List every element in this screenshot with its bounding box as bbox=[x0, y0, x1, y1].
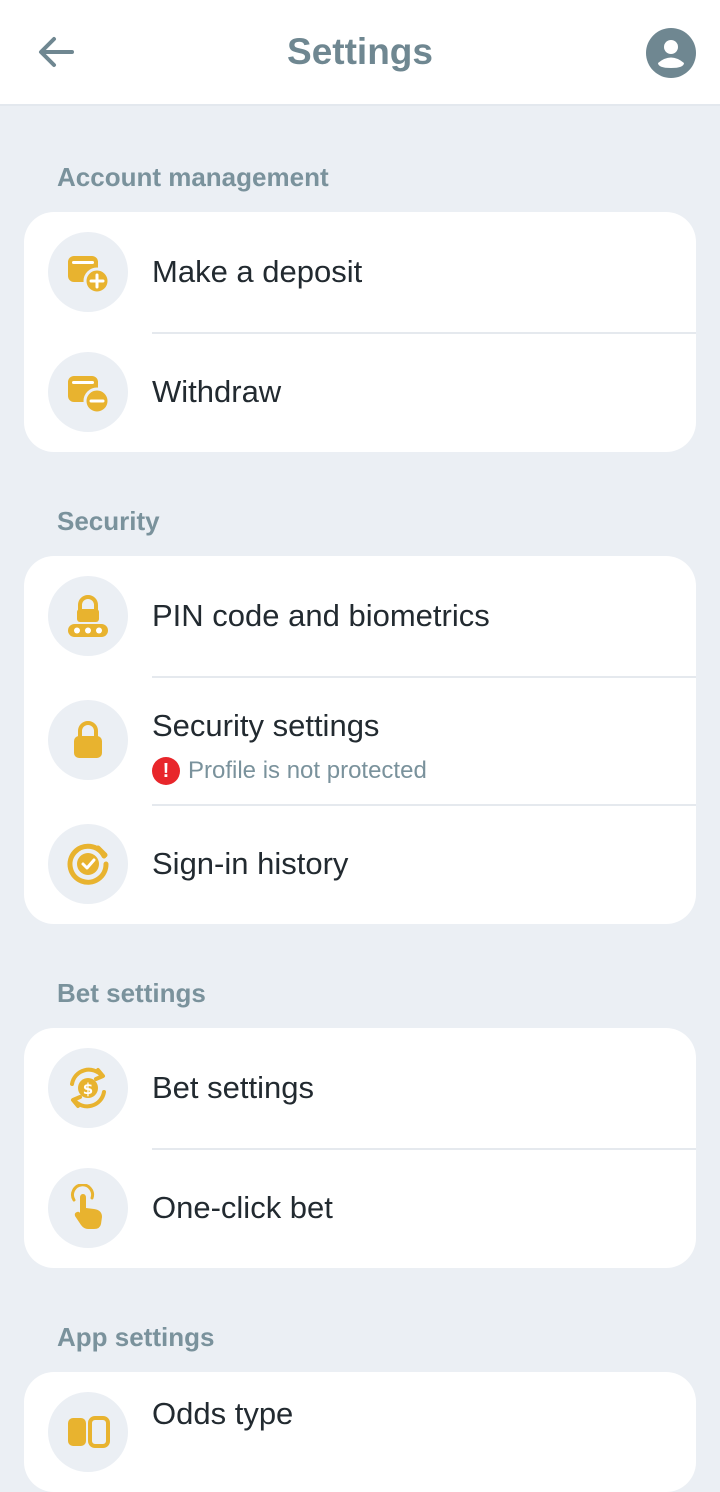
security-status-text: Profile is not protected bbox=[188, 757, 427, 784]
alert-icon: ! bbox=[152, 757, 180, 785]
one-click-bet-label: One-click bet bbox=[152, 1190, 333, 1225]
lock-icon bbox=[74, 721, 102, 758]
security-settings-row[interactable]: Security settings ! Profile is not prote… bbox=[24, 676, 696, 804]
odds-icon bbox=[68, 1416, 110, 1448]
odds-type-label: Odds type bbox=[152, 1396, 294, 1431]
profile-button[interactable] bbox=[646, 28, 696, 78]
one-click-bet-row[interactable]: One-click bet bbox=[24, 1148, 696, 1268]
section-title-security: Security bbox=[57, 506, 160, 536]
section-title-bet: Bet settings bbox=[57, 978, 206, 1008]
bet-card: $ Bet settings One-click bet bbox=[24, 1028, 696, 1268]
section-title-account: Account management bbox=[57, 162, 329, 192]
pin-biometrics-label: PIN code and biometrics bbox=[152, 598, 490, 633]
bet-settings-label: Bet settings bbox=[152, 1070, 314, 1105]
user-avatar-icon bbox=[646, 28, 696, 78]
account-card: Make a deposit Withdraw bbox=[24, 212, 696, 452]
security-status: ! Profile is not protected bbox=[152, 756, 427, 786]
pin-lock-icon bbox=[68, 595, 108, 637]
wallet-minus-icon bbox=[68, 376, 111, 415]
svg-text:$: $ bbox=[83, 1080, 93, 1098]
withdraw-label: Withdraw bbox=[152, 374, 282, 409]
make-deposit-label: Make a deposit bbox=[152, 254, 363, 289]
odds-type-row[interactable]: Odds type bbox=[24, 1372, 696, 1492]
bet-settings-row[interactable]: $ Bet settings bbox=[24, 1028, 696, 1148]
security-card: PIN code and biometrics Security setting… bbox=[24, 556, 696, 924]
page-title: Settings bbox=[287, 31, 433, 72]
security-settings-label: Security settings bbox=[152, 708, 380, 743]
dollar-refresh-icon: $ bbox=[70, 1067, 106, 1109]
sign-in-history-row[interactable]: Sign-in history bbox=[24, 804, 696, 924]
tap-hand-icon bbox=[71, 1184, 102, 1229]
pin-biometrics-row[interactable]: PIN code and biometrics bbox=[24, 556, 696, 676]
app-card: Odds type bbox=[24, 1372, 696, 1492]
wallet-plus-icon bbox=[68, 256, 111, 295]
history-check-icon bbox=[67, 843, 109, 885]
sign-in-history-label: Sign-in history bbox=[152, 846, 349, 881]
top-app-bar: Settings bbox=[0, 0, 720, 106]
withdraw-row[interactable]: Withdraw bbox=[24, 332, 696, 452]
make-deposit-row[interactable]: Make a deposit bbox=[24, 212, 696, 332]
section-title-app: App settings bbox=[57, 1322, 215, 1352]
